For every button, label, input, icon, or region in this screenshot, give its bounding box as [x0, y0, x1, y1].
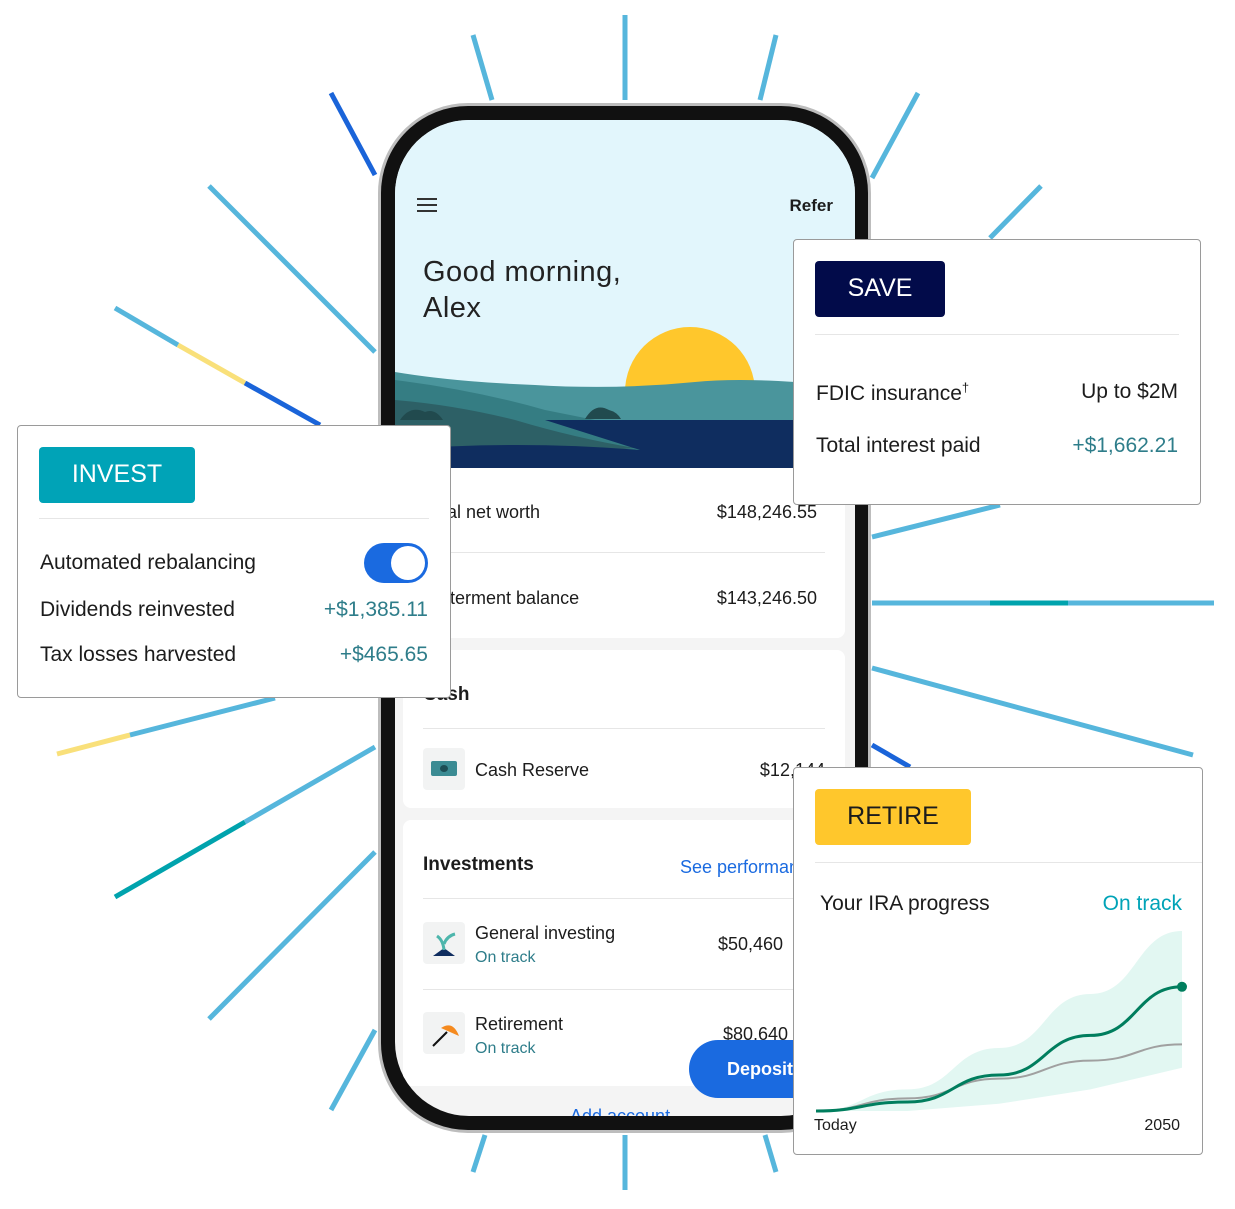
ray-line	[762, 1134, 779, 1173]
ray-line	[757, 34, 779, 101]
ray-line	[113, 819, 247, 900]
fdic-row: FDIC insurance† Up to $2M	[816, 380, 1178, 405]
invest-card: INVEST Automated rebalancing Dividends r…	[17, 425, 451, 698]
cash-reserve-row[interactable]: Cash Reserve$12,144	[475, 760, 825, 781]
ray-line	[871, 502, 1001, 540]
ray-line	[243, 380, 322, 428]
rebalancing-row: Automated rebalancing	[40, 543, 428, 583]
rebalancing-toggle[interactable]	[364, 543, 428, 583]
ray-line	[470, 34, 495, 101]
dividends-row: Dividends reinvested +$1,385.11	[40, 598, 428, 621]
ray-line	[870, 742, 912, 770]
ray-line	[988, 184, 1043, 240]
ray-line	[871, 665, 1194, 758]
seedling-icon	[423, 922, 465, 964]
x-label-end: 2050	[1144, 1117, 1180, 1134]
tax-losses-row: Tax losses harvested +$465.65	[40, 643, 428, 666]
cash-icon	[423, 748, 465, 790]
umbrella-icon	[423, 1012, 465, 1054]
ray-line	[328, 1028, 378, 1112]
x-label-start: Today	[814, 1117, 857, 1134]
ray-line	[176, 342, 247, 386]
cash-section: Cash Cash Reserve$12,144	[403, 650, 845, 808]
ray-line	[328, 91, 378, 177]
ira-progress-row: Your IRA progress On track	[820, 892, 1182, 915]
ray-line	[869, 91, 921, 180]
save-badge: SAVE	[815, 261, 945, 317]
greeting: Good morning, Alex	[423, 256, 622, 324]
summary-row[interactable]: Total net worth $148,246.55	[423, 502, 817, 523]
phone-screen: Refer Good morning, Alex Total net worth $…	[395, 120, 855, 1116]
retire-card: RETIRE Your IRA progress On track Today 2…	[793, 767, 1203, 1155]
summary-row[interactable]: Betterment balance $143,246.50	[423, 588, 817, 609]
ray-line	[470, 1134, 488, 1173]
ray-line	[56, 732, 131, 757]
menu-button[interactable]	[417, 198, 437, 212]
invest-badge: INVEST	[39, 447, 195, 503]
section-title: Investments	[423, 854, 534, 875]
end-point	[1177, 981, 1187, 992]
ray-line	[129, 695, 276, 738]
save-card: SAVE FDIC insurance† Up to $2M Total inte…	[793, 239, 1201, 505]
retire-badge: RETIRE	[815, 789, 971, 845]
refer-link[interactable]: Refer	[790, 196, 833, 216]
ira-progress-chart	[815, 931, 1187, 1113]
add-account-link[interactable]: Add account	[570, 1106, 670, 1116]
header-illustration: Refer Good morning, Alex	[395, 120, 855, 468]
interest-row: Total interest paid +$1,662.21	[816, 434, 1178, 457]
ray-line	[207, 850, 377, 1021]
summary-section: Total net worth $148,246.55 Betterment ba…	[395, 468, 845, 638]
ray-line	[207, 184, 377, 354]
ray-line	[243, 744, 377, 825]
ray-line	[113, 305, 180, 348]
